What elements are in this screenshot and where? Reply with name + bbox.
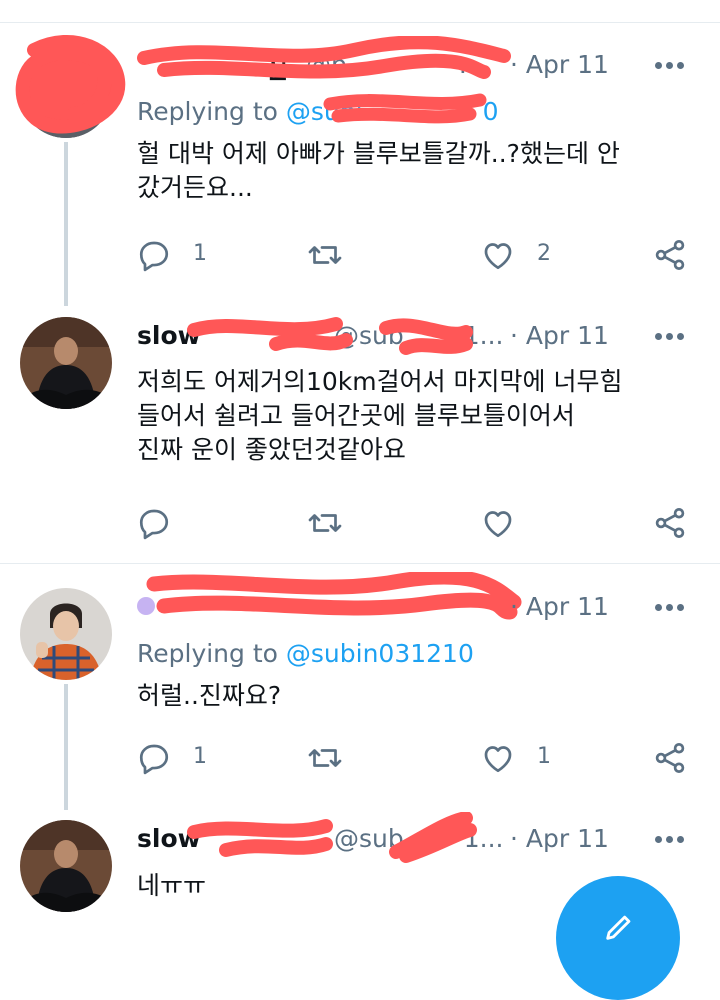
mention-link[interactable]: @subi [286,97,363,126]
tweet-timestamp[interactable]: · Apr 11 [510,321,609,350]
share-icon[interactable] [652,237,688,273]
tweet-text: 허럴..진짜요? [137,681,282,710]
reply-count: 1 [193,241,207,266]
handle[interactable]: @p... [306,50,483,79]
display-name[interactable]: 신 [137,50,288,86]
heart-icon[interactable] [480,237,516,273]
heart-icon[interactable] [480,740,516,776]
tweet-timestamp[interactable]: · Apr 11 [510,50,609,79]
tweet-timestamp[interactable]: · Apr 11 [510,592,609,621]
share-icon[interactable] [652,740,688,776]
more-dots-icon[interactable] [655,62,685,70]
compose-icon [606,915,631,940]
more-dots-icon[interactable] [655,604,685,612]
tweet-timestamp[interactable]: · Apr 11 [510,824,609,853]
heart-icon[interactable] [480,505,516,541]
handle[interactable]: @sub 1... [334,824,504,853]
conversation-divider [0,563,720,564]
tweet-text: 저희도 어제거의10km걸어서 마지막에 너무힘 들어서 쉴려고 들어간곳에 블… [137,367,623,464]
avatar[interactable] [20,588,112,680]
replying-to: Replying to @subi 0 [137,97,499,126]
like-count: 1 [537,744,551,769]
thread-line [64,684,68,810]
retweet-icon[interactable] [307,505,343,541]
avatar[interactable] [20,820,112,912]
top-divider [0,22,720,23]
retweet-icon[interactable] [307,740,343,776]
reply-count: 1 [193,744,207,769]
redacted-avatar-image [20,46,112,138]
person-plaid-shirt-photo [20,588,112,680]
name-redaction-scribble [137,572,522,620]
display-name[interactable]: slow [137,321,201,350]
display-name[interactable]: slow [137,824,201,853]
avatar[interactable] [20,317,112,409]
retweet-icon[interactable] [307,237,343,273]
reply-icon[interactable] [136,505,172,541]
more-dots-icon[interactable] [655,333,685,341]
thread-line [64,142,68,306]
reply-icon[interactable] [136,740,172,776]
like-count: 2 [537,241,551,266]
replying-to: Replying to @subin031210 [137,639,474,668]
compose-fab[interactable] [556,876,680,1000]
avatar[interactable] [20,46,112,138]
more-dots-icon[interactable] [655,836,685,844]
person-sitting-photo [20,820,112,912]
handle[interactable]: @sub 1... [334,321,504,350]
share-icon[interactable] [652,505,688,541]
reply-icon[interactable] [136,237,172,273]
tweet-text: 헐 대박 어제 아빠가 블루보틀갈까..?했는데 안 갔거든요... [137,139,620,202]
person-sitting-photo [20,317,112,409]
mention-link[interactable]: @subin031210 [286,639,474,668]
